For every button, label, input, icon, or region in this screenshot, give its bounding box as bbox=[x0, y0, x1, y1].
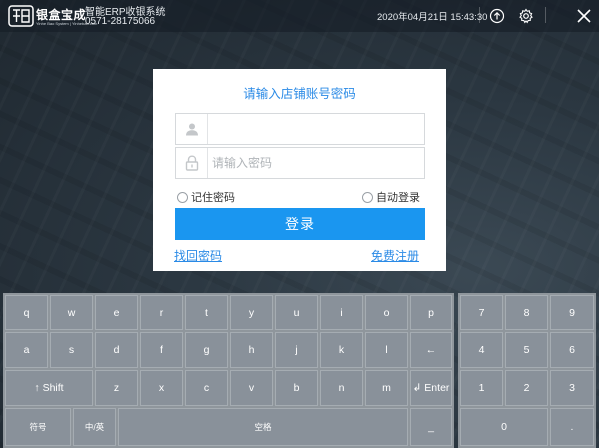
divider bbox=[545, 7, 546, 23]
key-c[interactable]: c bbox=[185, 370, 228, 406]
key-r[interactable]: r bbox=[140, 295, 183, 330]
key-0[interactable]: 0 bbox=[460, 408, 548, 446]
key-i[interactable]: i bbox=[320, 295, 363, 330]
remember-password-option[interactable]: 记住密码 bbox=[177, 189, 235, 205]
forgot-password-link[interactable]: 找回密码 bbox=[174, 247, 222, 264]
numeric-keypad: 7 8 9 4 5 6 1 2 3 0 . bbox=[458, 293, 596, 448]
key-o[interactable]: o bbox=[365, 295, 408, 330]
key-1[interactable]: 1 bbox=[460, 370, 503, 406]
gear-icon bbox=[519, 8, 533, 24]
auto-login-radio[interactable] bbox=[362, 191, 373, 203]
remember-password-label: 记住密码 bbox=[191, 192, 235, 204]
key-dot[interactable]: . bbox=[550, 408, 594, 446]
key-f[interactable]: f bbox=[140, 332, 183, 368]
key-q[interactable]: q bbox=[5, 295, 48, 330]
key-4[interactable]: 4 bbox=[460, 332, 503, 368]
key-h[interactable]: h bbox=[230, 332, 273, 368]
login-button[interactable]: 登录 bbox=[175, 208, 425, 240]
key-g[interactable]: g bbox=[185, 332, 228, 368]
key-2[interactable]: 2 bbox=[505, 370, 548, 406]
support-phone: 0571-28175066 bbox=[85, 16, 156, 27]
key-u[interactable]: u bbox=[275, 295, 318, 330]
title-bar: 银盒宝成 Yinhe Bao System | Yinhebao.com 智能E… bbox=[0, 0, 599, 32]
username-input[interactable] bbox=[212, 119, 417, 139]
key-3[interactable]: 3 bbox=[550, 370, 594, 406]
remember-password-radio[interactable] bbox=[177, 191, 188, 203]
key-a[interactable]: a bbox=[5, 332, 48, 368]
key-d[interactable]: d bbox=[95, 332, 138, 368]
key-j[interactable]: j bbox=[275, 332, 318, 368]
backspace-key[interactable]: ← bbox=[410, 332, 452, 368]
login-card: 请输入店铺账号密码 记住密码 自动登录 登录 找回密码 免费注册 bbox=[153, 69, 446, 271]
upload-circle-icon bbox=[489, 8, 505, 24]
auto-login-option[interactable]: 自动登录 bbox=[362, 189, 420, 205]
enter-key[interactable]: ↲ Enter bbox=[410, 370, 452, 406]
key-b[interactable]: b bbox=[275, 370, 318, 406]
key-l[interactable]: l bbox=[365, 332, 408, 368]
auto-login-label: 自动登录 bbox=[376, 192, 420, 204]
key-w[interactable]: w bbox=[50, 295, 93, 330]
close-button[interactable] bbox=[573, 5, 595, 27]
key-y[interactable]: y bbox=[230, 295, 273, 330]
register-link[interactable]: 免费注册 bbox=[371, 247, 419, 264]
upload-button[interactable] bbox=[486, 5, 508, 27]
datetime: 2020年04月21日 15:43:30 bbox=[377, 12, 488, 23]
onscreen-keyboard: q w e r t y u i o p a s d f g h j k l ← … bbox=[3, 293, 454, 448]
password-input[interactable] bbox=[212, 153, 417, 173]
underscore-key[interactable]: _ bbox=[410, 408, 452, 446]
key-x[interactable]: x bbox=[140, 370, 183, 406]
key-5[interactable]: 5 bbox=[505, 332, 548, 368]
key-v[interactable]: v bbox=[230, 370, 273, 406]
key-9[interactable]: 9 bbox=[550, 295, 594, 330]
symbols-key[interactable]: 符号 bbox=[5, 408, 71, 446]
settings-button[interactable] bbox=[515, 5, 537, 27]
divider bbox=[479, 7, 480, 23]
key-8[interactable]: 8 bbox=[505, 295, 548, 330]
key-z[interactable]: z bbox=[95, 370, 138, 406]
close-icon bbox=[577, 9, 591, 23]
key-e[interactable]: e bbox=[95, 295, 138, 330]
key-t[interactable]: t bbox=[185, 295, 228, 330]
user-icon bbox=[176, 114, 208, 144]
password-field bbox=[175, 147, 425, 179]
lock-icon bbox=[176, 148, 208, 178]
key-k[interactable]: k bbox=[320, 332, 363, 368]
login-title: 请输入店铺账号密码 bbox=[243, 87, 356, 101]
space-key[interactable]: 空格 bbox=[118, 408, 408, 446]
language-toggle-key[interactable]: 中/英 bbox=[73, 408, 116, 446]
key-7[interactable]: 7 bbox=[460, 295, 503, 330]
username-field bbox=[175, 113, 425, 145]
shift-key[interactable]: ↑ Shift bbox=[5, 370, 93, 406]
key-s[interactable]: s bbox=[50, 332, 93, 368]
key-m[interactable]: m bbox=[365, 370, 408, 406]
logo-icon bbox=[8, 5, 34, 27]
key-6[interactable]: 6 bbox=[550, 332, 594, 368]
key-p[interactable]: p bbox=[410, 295, 452, 330]
key-n[interactable]: n bbox=[320, 370, 363, 406]
